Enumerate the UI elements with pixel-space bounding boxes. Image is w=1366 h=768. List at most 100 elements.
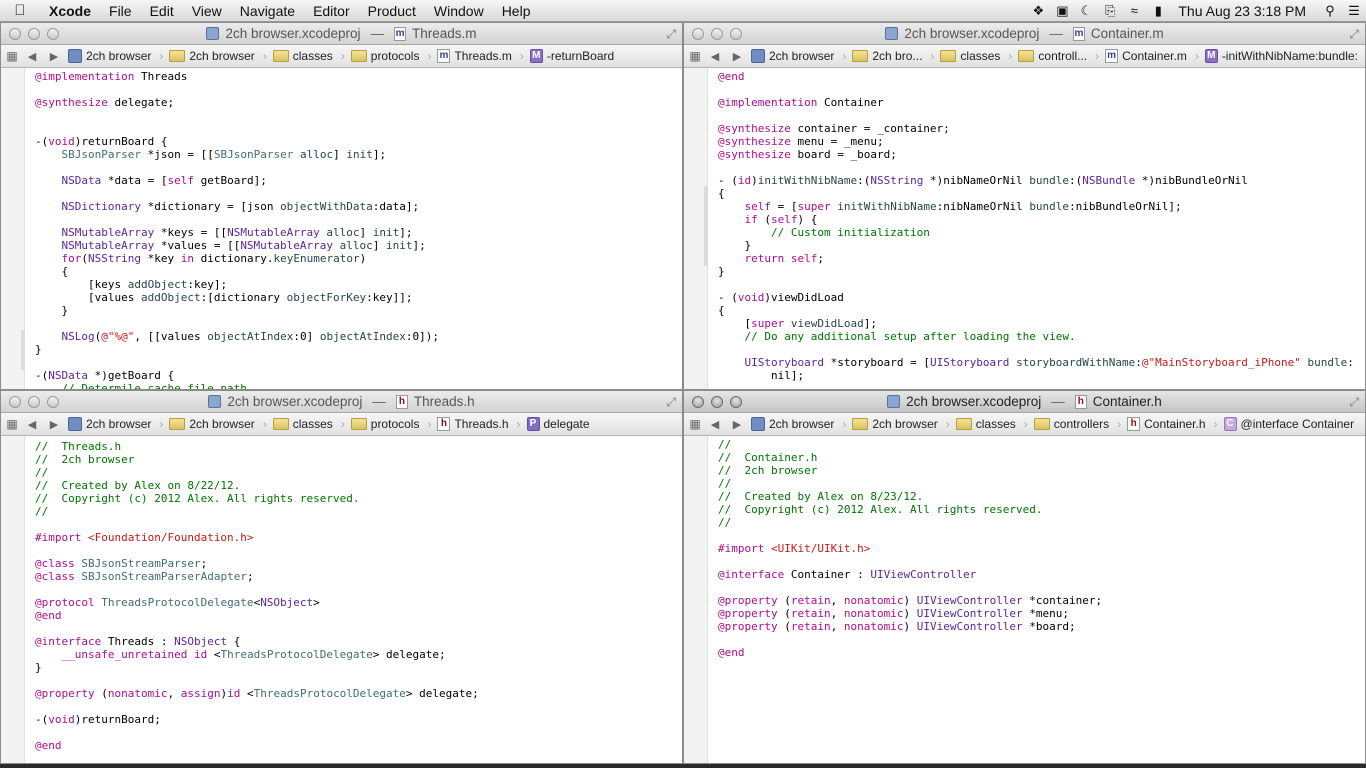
code-line[interactable]: @property (retain, nonatomic) UIViewCont… [718,594,1361,607]
code-line[interactable]: @property (retain, nonatomic) UIViewCont… [718,607,1361,620]
code-line[interactable] [35,213,678,226]
code-line[interactable]: // Determile cache file path [35,382,678,389]
code-line[interactable]: - (void)viewDidLoad [718,291,1361,304]
code-line[interactable]: { [718,304,1361,317]
crumb-group[interactable]: 2ch browser › [166,417,269,431]
forward-arrow-icon[interactable]: ▶ [43,418,65,431]
code-line[interactable] [718,529,1361,542]
code-line[interactable]: NSDictionary *dictionary = [json objectW… [35,200,678,213]
zoom-button[interactable] [730,28,742,40]
code-line[interactable]: { [718,187,1361,200]
spotlight-search-icon[interactable]: ⚲ [1318,3,1342,19]
code-line[interactable]: @property (retain, nonatomic) UIViewCont… [718,620,1361,633]
code-line[interactable]: } [718,239,1361,252]
code-line[interactable] [35,83,678,96]
crumb-group[interactable]: 2ch browser › [849,417,952,431]
related-items-icon[interactable]: ▦ [686,417,704,431]
minimize-button[interactable] [711,28,723,40]
crumb-classes[interactable]: classes › [937,49,1015,63]
close-button[interactable] [9,396,21,408]
code-line[interactable]: [keys addObject:key]; [35,278,678,291]
fullscreen-icon[interactable]: ⤢ [666,27,676,42]
code-line[interactable]: // [35,505,678,518]
menu-product[interactable]: Product [359,3,425,19]
source-editor[interactable]: //// Container.h// 2ch browser//// Creat… [684,436,1365,763]
code-line[interactable]: } [35,661,678,674]
code-line[interactable] [718,555,1361,568]
code-text[interactable]: //// Container.h// 2ch browser//// Creat… [718,438,1361,659]
menu-editor[interactable]: Editor [304,3,359,19]
code-line[interactable]: { [35,265,678,278]
notification-center-icon[interactable]: ☰ [1342,3,1366,19]
code-line[interactable]: @class SBJsonStreamParserAdapter; [35,570,678,583]
code-line[interactable]: NSMutableArray *values = [[NSMutableArra… [35,239,678,252]
code-line[interactable]: for(NSString *key in dictionary.keyEnume… [35,252,678,265]
code-line[interactable] [718,581,1361,594]
code-line[interactable] [35,161,678,174]
code-line[interactable] [35,726,678,739]
code-line[interactable]: @synthesize delegate; [35,96,678,109]
code-line[interactable] [718,633,1361,646]
window-titlebar[interactable]: 2ch browser.xcodeproj — h Container.h ⤢ [684,391,1365,413]
back-arrow-icon[interactable]: ◀ [704,418,726,431]
code-line[interactable]: // Custom initialization [718,226,1361,239]
fullscreen-icon[interactable]: ⤢ [1349,27,1359,42]
zoom-button[interactable] [47,28,59,40]
code-line[interactable]: @implementation Threads [35,70,678,83]
crumb-file[interactable]: h Container.h › [1124,417,1220,431]
source-editor[interactable]: // Threads.h// 2ch browser//// Created b… [1,436,682,763]
crumb-method[interactable]: M -initWithNibName:bundle: [1202,49,1361,63]
dropbox-icon[interactable]: ❖ [1026,3,1050,19]
zoom-button[interactable] [47,396,59,408]
menu-navigate[interactable]: Navigate [231,3,304,19]
code-line[interactable] [35,700,678,713]
code-line[interactable]: } [35,343,678,356]
code-line[interactable]: __unsafe_unretained id <ThreadsProtocolD… [35,648,678,661]
crumb-project[interactable]: 2ch browser › [65,49,166,63]
display-icon[interactable]: ▣ [1050,3,1074,19]
menu-file[interactable]: File [100,3,141,19]
crumb-file[interactable]: m Container.m › [1102,49,1202,63]
battery-icon[interactable]: ▮ [1146,3,1170,19]
moon-icon[interactable]: ☾ [1074,3,1098,19]
code-line[interactable]: // [35,466,678,479]
code-line[interactable]: // Container.h [718,451,1361,464]
code-line[interactable] [35,317,678,330]
code-line[interactable]: @interface Threads : NSObject { [35,635,678,648]
code-line[interactable] [35,356,678,369]
crumb-protocols[interactable]: protocols › [348,49,435,63]
code-line[interactable] [35,518,678,531]
code-line[interactable]: - (id)initWithNibName:(NSString *)nibNam… [718,174,1361,187]
source-editor[interactable]: @end @implementation Container @synthesi… [684,68,1365,389]
code-line[interactable]: @synthesize container = _container; [718,122,1361,135]
code-line[interactable]: @end [718,646,1361,659]
code-line[interactable]: #import <UIKit/UIKit.h> [718,542,1361,555]
related-items-icon[interactable]: ▦ [3,417,21,431]
code-line[interactable]: // 2ch browser [718,464,1361,477]
window-titlebar[interactable]: 2ch browser.xcodeproj — m Container.m ⤢ [684,23,1365,45]
code-line[interactable] [35,109,678,122]
window-titlebar[interactable]: 2ch browser.xcodeproj — m Threads.m ⤢ [1,23,682,45]
code-line[interactable]: // Copyright (c) 2012 Alex. All rights r… [718,503,1361,516]
close-button[interactable] [692,396,704,408]
code-line[interactable]: NSData *data = [self getBoard]; [35,174,678,187]
code-line[interactable] [35,122,678,135]
zoom-button[interactable] [730,396,742,408]
minimize-button[interactable] [711,396,723,408]
crumb-file[interactable]: m Threads.m › [434,49,526,63]
apple-menu-icon[interactable]:  [0,2,40,19]
crumb-project[interactable]: 2ch browser › [748,49,849,63]
crumb-class[interactable]: C @interface Container [1221,417,1358,431]
code-line[interactable] [718,343,1361,356]
crumb-classes[interactable]: classes › [270,49,348,63]
code-line[interactable]: #import <Foundation/Foundation.h> [35,531,678,544]
crumb-group[interactable]: 2ch browser › [166,49,269,63]
code-line[interactable]: @synthesize menu = _menu; [718,135,1361,148]
code-line[interactable]: // Do any additional setup after loading… [718,330,1361,343]
minimize-button[interactable] [28,28,40,40]
close-button[interactable] [9,28,21,40]
code-line[interactable]: @class SBJsonStreamParser; [35,557,678,570]
code-line[interactable] [35,544,678,557]
forward-arrow-icon[interactable]: ▶ [43,50,65,63]
code-line[interactable]: @protocol ThreadsProtocolDelegate<NSObje… [35,596,678,609]
